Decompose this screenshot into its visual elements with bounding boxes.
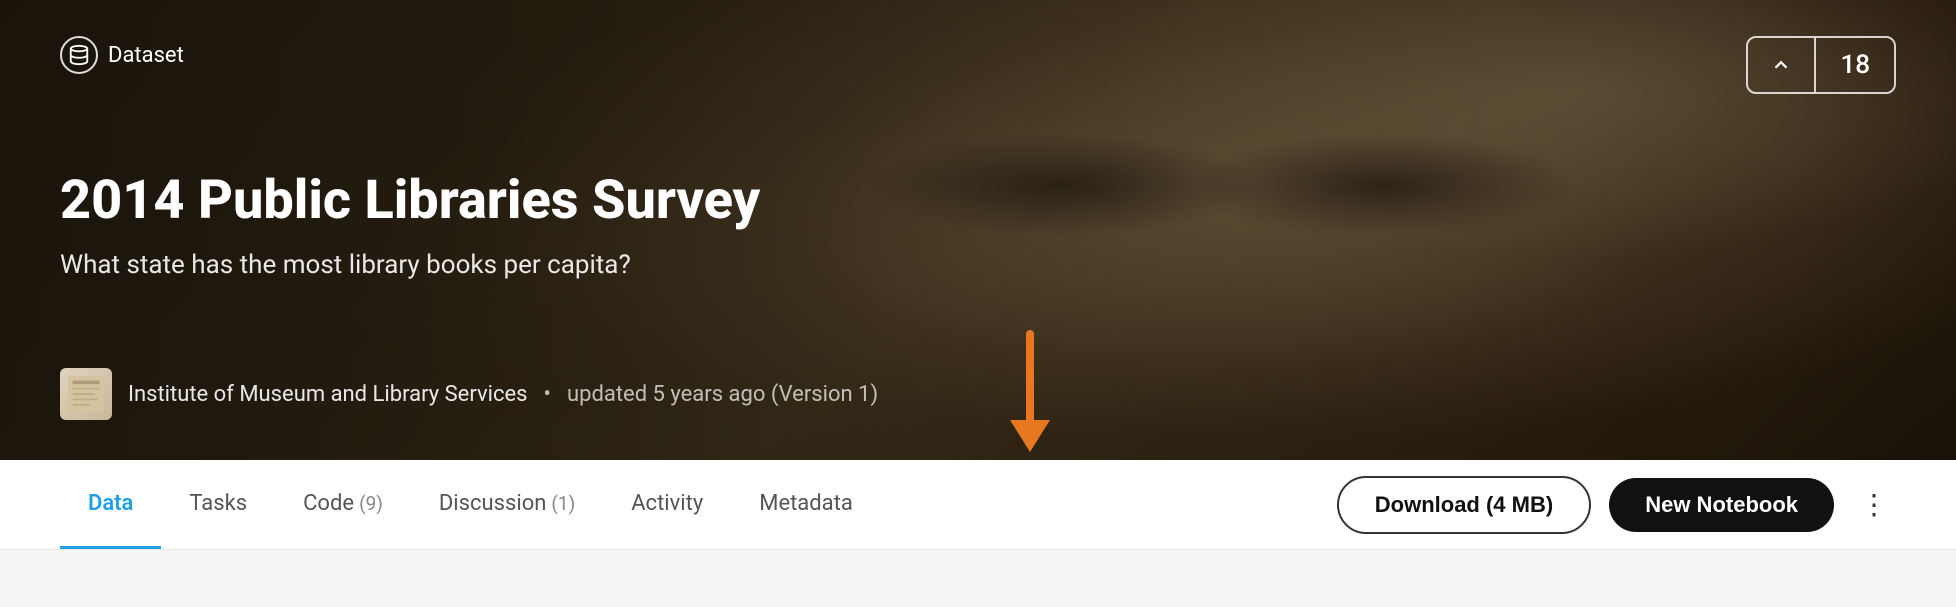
upvote-arrow-icon [1748,38,1816,92]
tab-tasks[interactable]: Tasks [161,460,275,549]
download-button[interactable]: Download (4 MB) [1337,476,1591,534]
nav-tabs: Data Tasks Code(9) Discussion(1) Activit… [60,460,1337,549]
upvote-count: 18 [1816,38,1894,92]
more-options-button[interactable]: ⋮ [1852,483,1896,527]
bottom-strip [0,550,1956,607]
page-wrapper: Dataset 18 2014 Public Libraries Survey … [0,0,1956,607]
hero-banner: Dataset 18 2014 Public Libraries Survey … [0,0,1956,460]
author-avatar-image [60,368,112,420]
meta-separator: • [544,382,551,407]
tab-code[interactable]: Code(9) [275,460,411,549]
upvote-button[interactable]: 18 [1746,36,1896,94]
dataset-badge: Dataset [60,36,184,74]
dataset-label: Dataset [108,43,184,68]
hero-subtitle: What state has the most library books pe… [60,250,760,280]
hero-title: 2014 Public Libraries Survey [60,170,860,232]
hero-top-row: Dataset 18 [60,36,1896,94]
dataset-icon [60,36,98,74]
author-name[interactable]: Institute of Museum and Library Services [128,382,528,407]
tab-data[interactable]: Data [60,460,161,549]
meta-updated: updated 5 years ago (Version 1) [567,382,878,407]
nav-wrapper: Data Tasks Code(9) Discussion(1) Activit… [0,460,1956,550]
new-notebook-button[interactable]: New Notebook [1609,478,1834,532]
hero-meta: Institute of Museum and Library Services… [60,368,1896,420]
author-avatar [60,368,112,420]
nav-actions: Download (4 MB) New Notebook ⋮ [1337,476,1896,534]
tab-activity[interactable]: Activity [603,460,731,549]
tab-discussion[interactable]: Discussion(1) [411,460,603,549]
nav-bar: Data Tasks Code(9) Discussion(1) Activit… [0,460,1956,550]
hero-main: 2014 Public Libraries Survey What state … [60,94,1896,336]
more-icon: ⋮ [1860,488,1888,521]
hero-content: Dataset 18 2014 Public Libraries Survey … [60,36,1896,420]
tab-metadata[interactable]: Metadata [731,460,881,549]
